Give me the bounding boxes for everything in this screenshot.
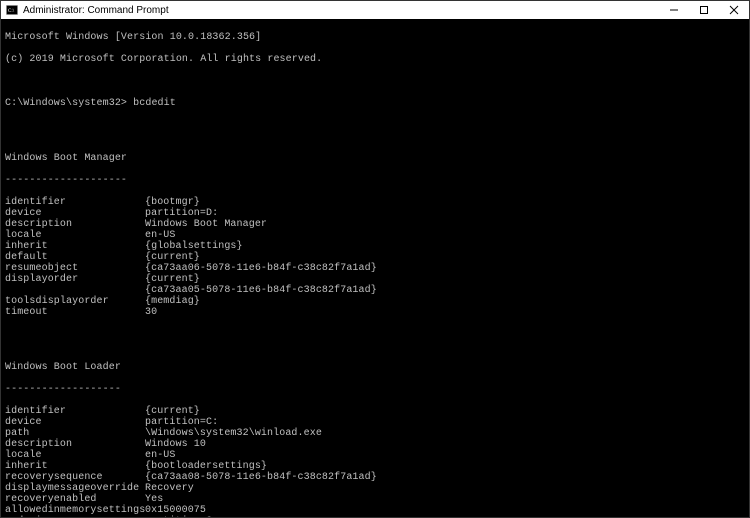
output-value: {bootloadersettings} (145, 461, 267, 472)
output-key: default (5, 252, 145, 263)
output-row: descriptionWindows 10 (5, 439, 745, 450)
output-value: {memdiag} (145, 296, 200, 307)
output-row: devicepartition=C: (5, 417, 745, 428)
output-key: displaymessageoverride (5, 483, 145, 494)
output-value: {ca73aa06-5078-11e6-b84f-c38c82f7a1ad} (145, 263, 377, 274)
minimize-button[interactable] (659, 1, 689, 19)
header-line-1: Microsoft Windows [Version 10.0.18362.35… (5, 32, 745, 43)
output-key: displayorder (5, 274, 145, 285)
output-row: inherit{globalsettings} (5, 241, 745, 252)
output-row: allowedinmemorysettings0x15000075 (5, 505, 745, 516)
output-key: resumeobject (5, 263, 145, 274)
output-key: inherit (5, 241, 145, 252)
header-line-2: (c) 2019 Microsoft Corporation. All righ… (5, 54, 745, 65)
section-loader1-underline: ------------------- (5, 384, 745, 395)
output-key: locale (5, 230, 145, 241)
titlebar[interactable]: C:\ Administrator: Command Prompt (1, 1, 749, 19)
output-row: displayorder{current} (5, 274, 745, 285)
prompt-path: C:\Windows\system32> (5, 98, 127, 109)
output-row: timeout30 (5, 307, 745, 318)
output-key: description (5, 219, 145, 230)
output-key: device (5, 417, 145, 428)
output-row: {ca73aa05-5078-11e6-b84f-c38c82f7a1ad} (5, 285, 745, 296)
blank-line (5, 120, 745, 131)
section-loader1-title: Windows Boot Loader (5, 362, 745, 373)
output-key: allowedinmemorysettings (5, 505, 145, 516)
terminal-output[interactable]: Microsoft Windows [Version 10.0.18362.35… (1, 19, 749, 517)
output-value: {globalsettings} (145, 241, 243, 252)
output-key: inherit (5, 461, 145, 472)
output-value: 0x15000075 (145, 505, 206, 516)
output-value: en-US (145, 230, 176, 241)
output-value: 30 (145, 307, 157, 318)
output-key: osdevice (5, 516, 145, 517)
output-value: partition=C: (145, 516, 218, 517)
output-value: Recovery (145, 483, 194, 494)
output-row: path\Windows\system32\winload.exe (5, 428, 745, 439)
output-key: description (5, 439, 145, 450)
output-row: devicepartition=D: (5, 208, 745, 219)
output-row: localeen-US (5, 230, 745, 241)
prompt-command: bcdedit (133, 98, 176, 109)
output-row: descriptionWindows Boot Manager (5, 219, 745, 230)
output-value: en-US (145, 450, 176, 461)
maximize-button[interactable] (689, 1, 719, 19)
output-key: recoverysequence (5, 472, 145, 483)
output-row: default{current} (5, 252, 745, 263)
output-value: {current} (145, 252, 200, 263)
output-row: identifier{current} (5, 406, 745, 417)
section-loader1-rows: identifier{current}devicepartition=C:pat… (5, 406, 745, 517)
output-value: {ca73aa05-5078-11e6-b84f-c38c82f7a1ad} (145, 285, 377, 296)
output-row: osdevicepartition=C: (5, 516, 745, 517)
output-value: {current} (145, 406, 200, 417)
svg-text:C:\: C:\ (8, 9, 15, 14)
output-key: path (5, 428, 145, 439)
output-key: toolsdisplayorder (5, 296, 145, 307)
section-boot-manager-title: Windows Boot Manager (5, 153, 745, 164)
output-value: {bootmgr} (145, 197, 200, 208)
output-value: Yes (145, 494, 163, 505)
section-boot-manager-underline: -------------------- (5, 175, 745, 186)
output-value: partition=C: (145, 417, 218, 428)
output-row: resumeobject{ca73aa06-5078-11e6-b84f-c38… (5, 263, 745, 274)
section-boot-manager-rows: identifier{bootmgr}devicepartition=D:des… (5, 197, 745, 318)
output-row: recoveryenabledYes (5, 494, 745, 505)
output-key: identifier (5, 197, 145, 208)
prompt-line-1: C:\Windows\system32> bcdedit (5, 98, 745, 109)
output-row: toolsdisplayorder{memdiag} (5, 296, 745, 307)
output-row: identifier{bootmgr} (5, 197, 745, 208)
output-row: recoverysequence{ca73aa08-5078-11e6-b84f… (5, 472, 745, 483)
output-key: device (5, 208, 145, 219)
output-row: localeen-US (5, 450, 745, 461)
output-value: Windows 10 (145, 439, 206, 450)
output-key: timeout (5, 307, 145, 318)
output-value: partition=D: (145, 208, 218, 219)
output-value: Windows Boot Manager (145, 219, 267, 230)
output-value: \Windows\system32\winload.exe (145, 428, 322, 439)
output-value: {ca73aa08-5078-11e6-b84f-c38c82f7a1ad} (145, 472, 377, 483)
output-key: identifier (5, 406, 145, 417)
output-value: {current} (145, 274, 200, 285)
blank-line (5, 329, 745, 340)
output-row: displaymessageoverrideRecovery (5, 483, 745, 494)
close-button[interactable] (719, 1, 749, 19)
window-title: Administrator: Command Prompt (23, 5, 169, 16)
blank-line (5, 76, 745, 87)
output-key: locale (5, 450, 145, 461)
output-key: recoveryenabled (5, 494, 145, 505)
output-row: inherit{bootloadersettings} (5, 461, 745, 472)
cmd-icon: C:\ (5, 3, 19, 17)
